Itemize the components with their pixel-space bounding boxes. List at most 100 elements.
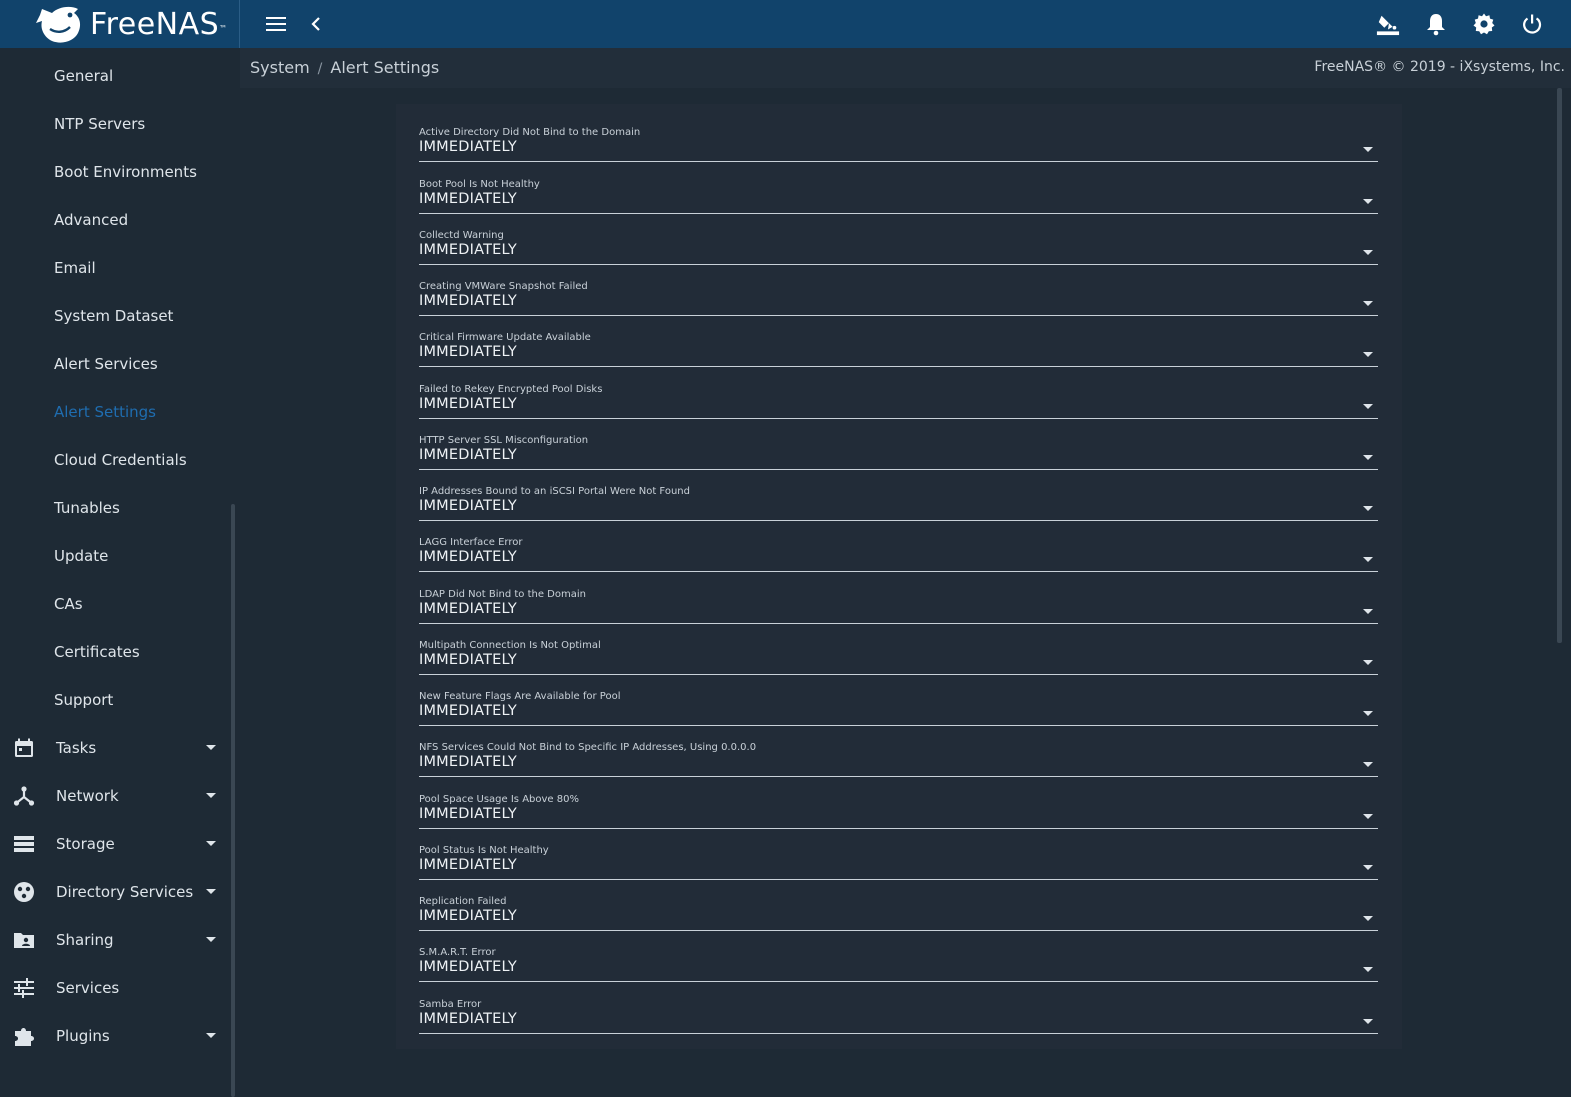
- sidebar-item-boot-environments[interactable]: Boot Environments: [0, 148, 230, 196]
- select-underline: [419, 161, 1378, 162]
- logo[interactable]: FreeNAS ™: [0, 0, 240, 48]
- alert-setting-label: LAGG Interface Error: [419, 537, 523, 548]
- alert-setting-label: Pool Space Usage Is Above 80%: [419, 794, 579, 805]
- dropdown-arrow-icon[interactable]: [1363, 814, 1373, 819]
- directory-services-icon: [14, 882, 34, 902]
- sidebar-section-directory-services[interactable]: Directory Services: [0, 868, 230, 916]
- sidebar-item-label: System Dataset: [54, 307, 174, 325]
- alert-setting-value[interactable]: IMMEDIATELY: [419, 139, 517, 155]
- notifications-button[interactable]: [1424, 12, 1448, 36]
- alert-setting-select[interactable]: LAGG Interface Error IMMEDIATELY: [419, 537, 1378, 588]
- alert-setting-value[interactable]: IMMEDIATELY: [419, 549, 517, 565]
- collapse-sidebar-button[interactable]: [304, 12, 328, 36]
- alert-setting-select[interactable]: Failed to Rekey Encrypted Pool Disks IMME…: [419, 384, 1378, 435]
- alert-setting-select[interactable]: New Feature Flags Are Available for Pool…: [419, 691, 1378, 742]
- dropdown-arrow-icon[interactable]: [1363, 762, 1373, 767]
- alert-setting-select[interactable]: NFS Services Could Not Bind to Specific …: [419, 742, 1378, 793]
- theme-button[interactable]: [1376, 12, 1400, 36]
- sidebar-section-sharing[interactable]: Sharing: [0, 916, 230, 964]
- sidebar-item-alert-services[interactable]: Alert Services: [0, 340, 230, 388]
- dropdown-arrow-icon[interactable]: [1363, 455, 1373, 460]
- sidebar-item-alert-settings[interactable]: Alert Settings: [0, 388, 230, 436]
- dropdown-arrow-icon[interactable]: [1363, 147, 1373, 152]
- alert-setting-value[interactable]: IMMEDIATELY: [419, 754, 517, 770]
- alert-setting-value[interactable]: IMMEDIATELY: [419, 396, 517, 412]
- sidebar-item-system-dataset[interactable]: System Dataset: [0, 292, 230, 340]
- alert-setting-select[interactable]: S.M.A.R.T. Error IMMEDIATELY: [419, 947, 1378, 998]
- dropdown-arrow-icon[interactable]: [1363, 711, 1373, 716]
- main-scrollbar[interactable]: [1557, 88, 1562, 643]
- alert-setting-value[interactable]: IMMEDIATELY: [419, 908, 517, 924]
- dropdown-arrow-icon[interactable]: [1363, 865, 1373, 870]
- alert-setting-select[interactable]: Samba Error IMMEDIATELY: [419, 999, 1378, 1050]
- alert-setting-select[interactable]: Replication Failed IMMEDIATELY: [419, 896, 1378, 947]
- dropdown-arrow-icon[interactable]: [1363, 199, 1373, 204]
- alert-setting-select[interactable]: Active Directory Did Not Bind to the Dom…: [419, 127, 1378, 178]
- alert-setting-select[interactable]: Pool Status Is Not Healthy IMMEDIATELY: [419, 845, 1378, 896]
- sidebar-item-certificates[interactable]: Certificates: [0, 628, 230, 676]
- dropdown-arrow-icon[interactable]: [1363, 967, 1373, 972]
- alert-setting-select[interactable]: Pool Space Usage Is Above 80% IMMEDIATELY: [419, 794, 1378, 845]
- dropdown-arrow-icon[interactable]: [1363, 301, 1373, 306]
- power-button[interactable]: [1520, 12, 1544, 36]
- chevron-down-icon: [206, 793, 216, 798]
- sidebar-section-network[interactable]: Network: [0, 772, 230, 820]
- sidebar-item-advanced[interactable]: Advanced: [0, 196, 230, 244]
- dropdown-arrow-icon[interactable]: [1363, 1019, 1373, 1024]
- alert-setting-value[interactable]: IMMEDIATELY: [419, 806, 517, 822]
- dropdown-arrow-icon[interactable]: [1363, 506, 1373, 511]
- sidebar-item-cloud-credentials[interactable]: Cloud Credentials: [0, 436, 230, 484]
- dropdown-arrow-icon[interactable]: [1363, 916, 1373, 921]
- sidebar-item-update[interactable]: Update: [0, 532, 230, 580]
- select-underline: [419, 1033, 1378, 1034]
- dropdown-arrow-icon[interactable]: [1363, 250, 1373, 255]
- sidebar-item-general[interactable]: General: [0, 52, 230, 100]
- sidebar-section-services[interactable]: Services: [0, 964, 230, 1012]
- alert-setting-select[interactable]: Multipath Connection Is Not Optimal IMMED…: [419, 640, 1378, 691]
- sidebar-item-cas[interactable]: CAs: [0, 580, 230, 628]
- dropdown-arrow-icon[interactable]: [1363, 660, 1373, 665]
- alert-setting-select[interactable]: Critical Firmware Update Available IMMEDI…: [419, 332, 1378, 383]
- dropdown-arrow-icon[interactable]: [1363, 557, 1373, 562]
- alert-setting-value[interactable]: IMMEDIATELY: [419, 344, 517, 360]
- sidebar-item-label: NTP Servers: [54, 115, 146, 133]
- alert-setting-value[interactable]: IMMEDIATELY: [419, 498, 517, 514]
- sidebar-section-storage[interactable]: Storage: [0, 820, 230, 868]
- breadcrumb-system-link[interactable]: System: [250, 58, 310, 77]
- sidebar-scrollbar[interactable]: [231, 504, 235, 1097]
- alert-setting-select[interactable]: Creating VMWare Snapshot Failed IMMEDIATE…: [419, 281, 1378, 332]
- dropdown-arrow-icon[interactable]: [1363, 352, 1373, 357]
- alert-setting-value[interactable]: IMMEDIATELY: [419, 857, 517, 873]
- sidebar-item-label: Boot Environments: [54, 163, 197, 181]
- chevron-down-icon: [206, 841, 216, 846]
- select-underline: [419, 828, 1378, 829]
- brand-trademark: ™: [219, 23, 228, 33]
- alert-setting-value[interactable]: IMMEDIATELY: [419, 959, 517, 975]
- select-underline: [419, 930, 1378, 931]
- dropdown-arrow-icon[interactable]: [1363, 609, 1373, 614]
- menu-button[interactable]: [264, 12, 288, 36]
- alert-setting-select[interactable]: Collectd Warning IMMEDIATELY: [419, 230, 1378, 281]
- select-underline: [419, 725, 1378, 726]
- alert-setting-select[interactable]: IP Addresses Bound to an iSCSI Portal We…: [419, 486, 1378, 537]
- alert-setting-value[interactable]: IMMEDIATELY: [419, 652, 517, 668]
- sidebar-section-plugins[interactable]: Plugins: [0, 1012, 230, 1060]
- alert-setting-value[interactable]: IMMEDIATELY: [419, 191, 517, 207]
- alert-setting-value[interactable]: IMMEDIATELY: [419, 293, 517, 309]
- alert-setting-select[interactable]: LDAP Did Not Bind to the Domain IMMEDIATE…: [419, 589, 1378, 640]
- sidebar-item-email[interactable]: Email: [0, 244, 230, 292]
- alert-setting-select[interactable]: HTTP Server SSL Misconfiguration IMMEDIAT…: [419, 435, 1378, 486]
- alert-setting-value[interactable]: IMMEDIATELY: [419, 447, 517, 463]
- alert-setting-value[interactable]: IMMEDIATELY: [419, 703, 517, 719]
- sidebar-item-ntp-servers[interactable]: NTP Servers: [0, 100, 230, 148]
- sidebar-section-tasks[interactable]: Tasks: [0, 724, 230, 772]
- menu-icon: [266, 17, 286, 31]
- alert-setting-value[interactable]: IMMEDIATELY: [419, 242, 517, 258]
- alert-setting-value[interactable]: IMMEDIATELY: [419, 601, 517, 617]
- sidebar-item-support[interactable]: Support: [0, 676, 230, 724]
- sidebar-item-tunables[interactable]: Tunables: [0, 484, 230, 532]
- alert-setting-select[interactable]: Boot Pool Is Not Healthy IMMEDIATELY: [419, 179, 1378, 230]
- dropdown-arrow-icon[interactable]: [1363, 404, 1373, 409]
- settings-button[interactable]: [1472, 12, 1496, 36]
- alert-setting-value[interactable]: IMMEDIATELY: [419, 1011, 517, 1027]
